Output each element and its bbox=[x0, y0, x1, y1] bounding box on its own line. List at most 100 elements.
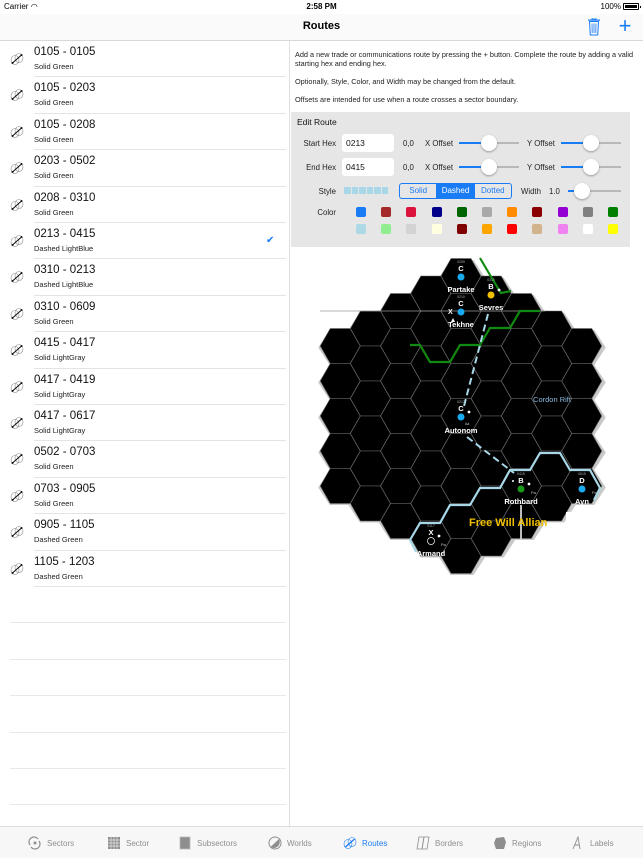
color-swatch[interactable] bbox=[431, 224, 442, 234]
slider-knob[interactable] bbox=[481, 135, 497, 151]
route-icon bbox=[10, 380, 24, 394]
slider-knob[interactable] bbox=[583, 135, 599, 151]
route-list-item[interactable]: 0417 - 0617 Solid LightGray bbox=[0, 405, 290, 442]
world-name: Autonom bbox=[445, 426, 478, 435]
end-x-offset-label: X Offset bbox=[425, 163, 454, 172]
route-title: 0415 - 0417 bbox=[34, 337, 96, 350]
tab-routes[interactable]: Routes bbox=[343, 835, 387, 851]
starport-code: C bbox=[458, 264, 464, 273]
tab-worlds[interactable]: Worlds bbox=[268, 835, 312, 851]
tab-borders[interactable]: Borders bbox=[416, 835, 463, 851]
end-offset-value: 0,0 bbox=[403, 163, 414, 172]
color-swatch[interactable] bbox=[557, 224, 568, 234]
route-title: 1105 - 1203 bbox=[34, 555, 95, 568]
color-swatch[interactable] bbox=[456, 224, 467, 234]
allegiance-code: Fw bbox=[441, 543, 446, 547]
color-swatch[interactable] bbox=[608, 207, 618, 217]
color-swatch[interactable] bbox=[406, 207, 417, 217]
color-swatch[interactable] bbox=[608, 224, 618, 234]
route-subtitle: Dashed LightBlue bbox=[34, 280, 94, 290]
starport-code: C bbox=[458, 404, 464, 413]
route-list-item[interactable]: 0213 - 0415 Dashed LightBlue ✔ bbox=[0, 223, 290, 260]
end-y-offset-slider[interactable] bbox=[561, 159, 621, 175]
planet-icon bbox=[268, 836, 282, 850]
color-swatch[interactable] bbox=[582, 207, 593, 217]
route-list-item[interactable]: 0415 - 0417 Solid LightGray bbox=[0, 332, 290, 369]
labels-icon bbox=[571, 836, 585, 850]
color-swatch[interactable] bbox=[582, 224, 593, 234]
color-swatch[interactable] bbox=[507, 207, 518, 217]
color-swatch[interactable] bbox=[557, 207, 568, 217]
slider-knob[interactable] bbox=[583, 159, 599, 175]
world-dot bbox=[457, 273, 465, 281]
tab-label: Labels bbox=[590, 838, 614, 848]
width-slider[interactable] bbox=[568, 183, 621, 199]
color-swatch[interactable] bbox=[356, 224, 366, 234]
route-list-item[interactable]: 0417 - 0419 Solid LightGray bbox=[0, 369, 290, 405]
color-swatch[interactable] bbox=[507, 224, 518, 234]
color-swatch[interactable] bbox=[532, 207, 543, 217]
color-swatch[interactable] bbox=[381, 224, 392, 234]
route-list-item[interactable]: 1105 - 1203 Dashed Green bbox=[0, 551, 290, 587]
style-option-solid[interactable]: Solid bbox=[400, 184, 438, 198]
row-divider bbox=[34, 585, 286, 587]
color-swatch[interactable] bbox=[532, 224, 543, 234]
empty-row-divider bbox=[10, 731, 286, 733]
delete-route-button[interactable] bbox=[586, 17, 602, 36]
route-icon bbox=[10, 161, 24, 175]
tab-labels[interactable]: Labels bbox=[571, 835, 614, 851]
gas-giant-icon bbox=[467, 410, 471, 414]
route-title: 0310 - 0213 bbox=[34, 264, 96, 277]
start-hex-input[interactable] bbox=[342, 134, 394, 152]
route-list-item[interactable]: 0105 - 0208 Solid Green bbox=[0, 114, 290, 151]
route-list-item[interactable]: 0105 - 0203 Solid Green bbox=[0, 77, 290, 114]
color-swatch[interactable] bbox=[381, 207, 392, 217]
add-route-button[interactable]: + bbox=[616, 15, 634, 37]
tab-sectors[interactable]: Sectors bbox=[28, 835, 74, 851]
route-list-item[interactable]: 0203 - 0502 Solid Green bbox=[0, 150, 290, 187]
start-y-offset-slider[interactable] bbox=[561, 135, 621, 151]
color-swatch[interactable] bbox=[482, 207, 492, 217]
end-hex-input[interactable] bbox=[342, 158, 394, 176]
tab-subsectors[interactable]: Subsectors bbox=[178, 835, 237, 851]
route-subtitle: Dashed Green bbox=[34, 571, 83, 581]
color-swatch[interactable] bbox=[431, 207, 442, 217]
start-y-offset-label: Y Offset bbox=[527, 139, 555, 148]
edit-route-title: Edit Route bbox=[297, 117, 337, 127]
style-option-dotted[interactable]: Dotted bbox=[475, 184, 511, 198]
route-icon bbox=[10, 88, 24, 102]
sector-map[interactable]: Cordon RiftFree Will Allian0209CPartake0… bbox=[300, 250, 630, 580]
navigation-bar: Routes + bbox=[0, 14, 643, 41]
empty-row-divider bbox=[10, 695, 286, 697]
tab-sector[interactable]: Sector bbox=[107, 835, 149, 851]
tab-label: Subsectors bbox=[197, 838, 238, 848]
start-hex-label: Start Hex bbox=[303, 139, 337, 148]
route-list-item[interactable]: 0105 - 0105 Solid Green bbox=[0, 41, 290, 78]
empty-row-divider bbox=[10, 768, 286, 769]
slider-knob[interactable] bbox=[573, 183, 590, 199]
route-list-item[interactable]: 0502 - 0703 Solid Green bbox=[0, 441, 290, 478]
route-list-item[interactable]: 0310 - 0609 Solid Green bbox=[0, 296, 290, 333]
route-list-item[interactable]: 0310 - 0213 Dashed LightBlue bbox=[0, 259, 290, 296]
end-x-offset-slider[interactable] bbox=[459, 159, 519, 175]
route-list-item[interactable]: 0703 - 0905 Solid Green bbox=[0, 478, 290, 515]
color-swatch[interactable] bbox=[406, 224, 417, 234]
route-title: 0905 - 1105 bbox=[34, 519, 95, 532]
slider-knob[interactable] bbox=[481, 159, 497, 175]
route-icon bbox=[10, 270, 24, 284]
color-swatch[interactable] bbox=[482, 224, 492, 234]
route-list-item[interactable]: 0208 - 0310 Solid Green bbox=[0, 187, 290, 223]
style-option-dashed[interactable]: Dashed bbox=[437, 184, 475, 198]
route-list-item[interactable]: 0905 - 1105 Dashed Green bbox=[0, 514, 290, 551]
color-swatch[interactable] bbox=[456, 207, 467, 217]
route-title: 0417 - 0617 bbox=[34, 410, 96, 422]
map-clip-mask bbox=[566, 512, 596, 532]
color-swatch[interactable] bbox=[356, 207, 366, 217]
routes-list: 0105 - 0105 Solid Green 0105 - 0203 Soli… bbox=[0, 41, 290, 842]
start-x-offset-slider[interactable] bbox=[459, 135, 519, 151]
route-icon bbox=[10, 234, 24, 248]
starport-code: C bbox=[458, 299, 464, 308]
style-preview bbox=[344, 187, 388, 194]
tab-regions[interactable]: Regions bbox=[493, 835, 541, 851]
route-icon bbox=[10, 562, 24, 576]
